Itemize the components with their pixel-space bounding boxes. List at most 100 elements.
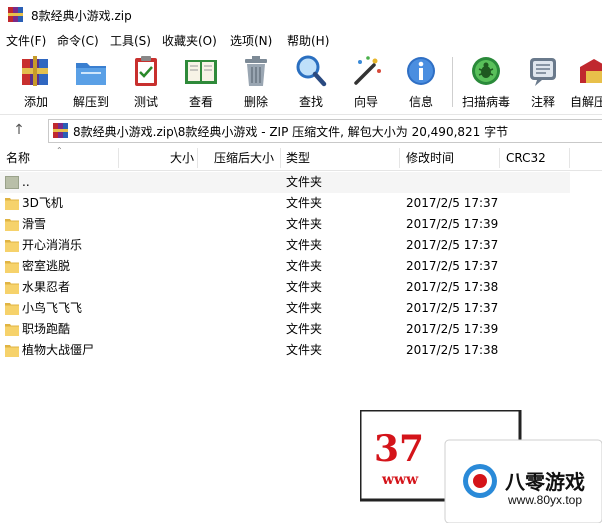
column-size[interactable]: 大小 bbox=[170, 146, 194, 170]
file-modified: 2017/2/5 17:37 bbox=[406, 196, 499, 210]
folder-icon bbox=[5, 240, 19, 252]
delete-button[interactable]: 删除 bbox=[228, 52, 284, 110]
delete-label: 删除 bbox=[243, 95, 268, 109]
column-divider[interactable] bbox=[569, 148, 570, 168]
virus-scan-label: 扫描病毒 bbox=[461, 95, 510, 109]
add-label: 添加 bbox=[23, 95, 48, 109]
wizard-button[interactable]: 向导 bbox=[338, 52, 394, 110]
trash-icon bbox=[245, 56, 267, 86]
file-type: 文件夹 bbox=[286, 259, 323, 273]
add-books-icon bbox=[22, 56, 48, 86]
brand-37-text: 37 bbox=[374, 428, 425, 470]
sfx-label: 自解压 bbox=[570, 95, 602, 109]
test-button[interactable]: 测试 bbox=[118, 52, 174, 110]
address-text: 8款经典小游戏.zip\8款经典小游戏 - ZIP 压缩文件, 解包大小为 20… bbox=[73, 125, 509, 139]
menu-file[interactable]: 文件(F) bbox=[6, 32, 46, 49]
address-row: ↑ 8款经典小游戏.zip\8款经典小游戏 - ZIP 压缩文件, 解包大小为 … bbox=[0, 114, 602, 145]
folder-icon bbox=[5, 303, 19, 315]
brand-80-text: 八零游戏 bbox=[505, 470, 585, 494]
column-packed[interactable]: 压缩后大小 bbox=[214, 146, 274, 170]
file-name: 小鸟飞飞飞 bbox=[22, 301, 83, 315]
file-type: 文件夹 bbox=[286, 343, 323, 357]
file-modified: 2017/2/5 17:38 bbox=[406, 343, 499, 357]
menu-bar: 文件(F) 命令(C) 工具(S) 收藏夹(O) 选项(N) 帮助(H) bbox=[0, 30, 602, 49]
folder-icon bbox=[5, 261, 19, 273]
info-icon bbox=[407, 57, 435, 85]
file-name: 植物大战僵尸 bbox=[22, 343, 95, 357]
extract-folder-icon bbox=[76, 63, 106, 85]
find-button[interactable]: 查找 bbox=[283, 52, 339, 110]
column-modified[interactable]: 修改时间 bbox=[406, 146, 454, 170]
up-arrow-icon[interactable]: ↑ bbox=[9, 120, 29, 140]
virus-scan-button[interactable]: 扫描病毒 bbox=[458, 52, 514, 110]
menu-options[interactable]: 选项(N) bbox=[230, 32, 272, 49]
view-label: 查看 bbox=[188, 95, 213, 109]
comment-button[interactable]: 注释 bbox=[515, 52, 571, 110]
file-name: 开心消消乐 bbox=[22, 238, 83, 252]
table-row[interactable]: 密室逃脱 文件夹 2017/2/5 17:37 bbox=[0, 256, 602, 277]
wizard-wand-icon bbox=[354, 56, 381, 85]
window-title: 8款经典小游戏.zip bbox=[31, 9, 132, 23]
file-modified: 2017/2/5 17:39 bbox=[406, 322, 499, 336]
winrar-app-icon bbox=[8, 7, 23, 22]
column-header: ⌃ 名称 大小 压缩后大小 类型 修改时间 CRC32 bbox=[0, 146, 602, 171]
file-modified: 2017/2/5 17:37 bbox=[406, 238, 499, 252]
table-row-parent[interactable]: .. 文件夹 bbox=[0, 172, 570, 193]
file-type: 文件夹 bbox=[286, 217, 323, 231]
menu-tools[interactable]: 工具(S) bbox=[110, 32, 151, 49]
column-divider[interactable] bbox=[399, 148, 400, 168]
comment-label: 注释 bbox=[530, 95, 555, 109]
file-type: 文件夹 bbox=[286, 175, 323, 189]
file-name: 滑雪 bbox=[22, 217, 47, 231]
table-row[interactable]: 植物大战僵尸 文件夹 2017/2/5 17:38 bbox=[0, 340, 602, 361]
watermark: 37 www 八零游戏 www.80yx.top bbox=[360, 410, 602, 523]
virus-scan-icon bbox=[472, 57, 500, 85]
column-name[interactable]: 名称 bbox=[6, 146, 30, 170]
wizard-label: 向导 bbox=[353, 95, 378, 109]
column-divider[interactable] bbox=[197, 148, 198, 168]
table-row[interactable]: 3D飞机 文件夹 2017/2/5 17:37 bbox=[0, 193, 602, 214]
file-modified: 2017/2/5 17:38 bbox=[406, 280, 499, 294]
brand-37-url: www bbox=[382, 472, 419, 488]
address-bar[interactable]: 8款经典小游戏.zip\8款经典小游戏 - ZIP 压缩文件, 解包大小为 20… bbox=[48, 119, 602, 143]
menu-favorites[interactable]: 收藏夹(O) bbox=[162, 32, 217, 49]
file-name: 职场跑酷 bbox=[22, 322, 71, 336]
folder-icon bbox=[5, 345, 19, 357]
file-type: 文件夹 bbox=[286, 280, 323, 294]
column-divider[interactable] bbox=[499, 148, 500, 168]
extract-to-label: 解压到 bbox=[72, 95, 109, 109]
column-divider[interactable] bbox=[280, 148, 281, 168]
magnifier-icon bbox=[296, 55, 327, 87]
extract-to-button[interactable]: 解压到 bbox=[63, 52, 119, 110]
add-button[interactable]: 添加 bbox=[8, 52, 64, 110]
column-divider[interactable] bbox=[118, 148, 119, 168]
test-label: 测试 bbox=[133, 95, 158, 109]
table-row[interactable]: 水果忍者 文件夹 2017/2/5 17:38 bbox=[0, 277, 602, 298]
file-name: 密室逃脱 bbox=[22, 259, 71, 273]
file-list: .. 文件夹 3D飞机 文件夹 2017/2/5 17:37 滑雪 文件夹 20… bbox=[0, 172, 602, 361]
folder-icon bbox=[5, 282, 19, 294]
table-row[interactable]: 开心消消乐 文件夹 2017/2/5 17:37 bbox=[0, 235, 602, 256]
info-button[interactable]: 信息 bbox=[393, 52, 449, 110]
file-type: 文件夹 bbox=[286, 301, 323, 315]
sfx-icon bbox=[580, 59, 602, 83]
toolbar-separator bbox=[452, 57, 453, 107]
menu-commands[interactable]: 命令(C) bbox=[57, 32, 99, 49]
file-modified: 2017/2/5 17:37 bbox=[406, 301, 499, 315]
folder-icon bbox=[5, 198, 19, 210]
sfx-button[interactable]: 自解压 bbox=[570, 52, 602, 110]
column-type[interactable]: 类型 bbox=[286, 146, 310, 170]
sort-ascending-icon: ⌃ bbox=[56, 146, 63, 155]
table-row[interactable]: 职场跑酷 文件夹 2017/2/5 17:39 bbox=[0, 319, 602, 340]
file-type: 文件夹 bbox=[286, 196, 323, 210]
folder-icon bbox=[5, 324, 19, 336]
find-label: 查找 bbox=[298, 95, 323, 109]
menu-help[interactable]: 帮助(H) bbox=[287, 32, 329, 49]
brand-80-url: www.80yx.top bbox=[508, 493, 583, 507]
folder-icon bbox=[5, 219, 19, 231]
comment-icon bbox=[530, 58, 556, 86]
column-crc32[interactable]: CRC32 bbox=[506, 146, 546, 170]
table-row[interactable]: 滑雪 文件夹 2017/2/5 17:39 bbox=[0, 214, 602, 235]
table-row[interactable]: 小鸟飞飞飞 文件夹 2017/2/5 17:37 bbox=[0, 298, 602, 319]
view-button[interactable]: 查看 bbox=[173, 52, 229, 110]
